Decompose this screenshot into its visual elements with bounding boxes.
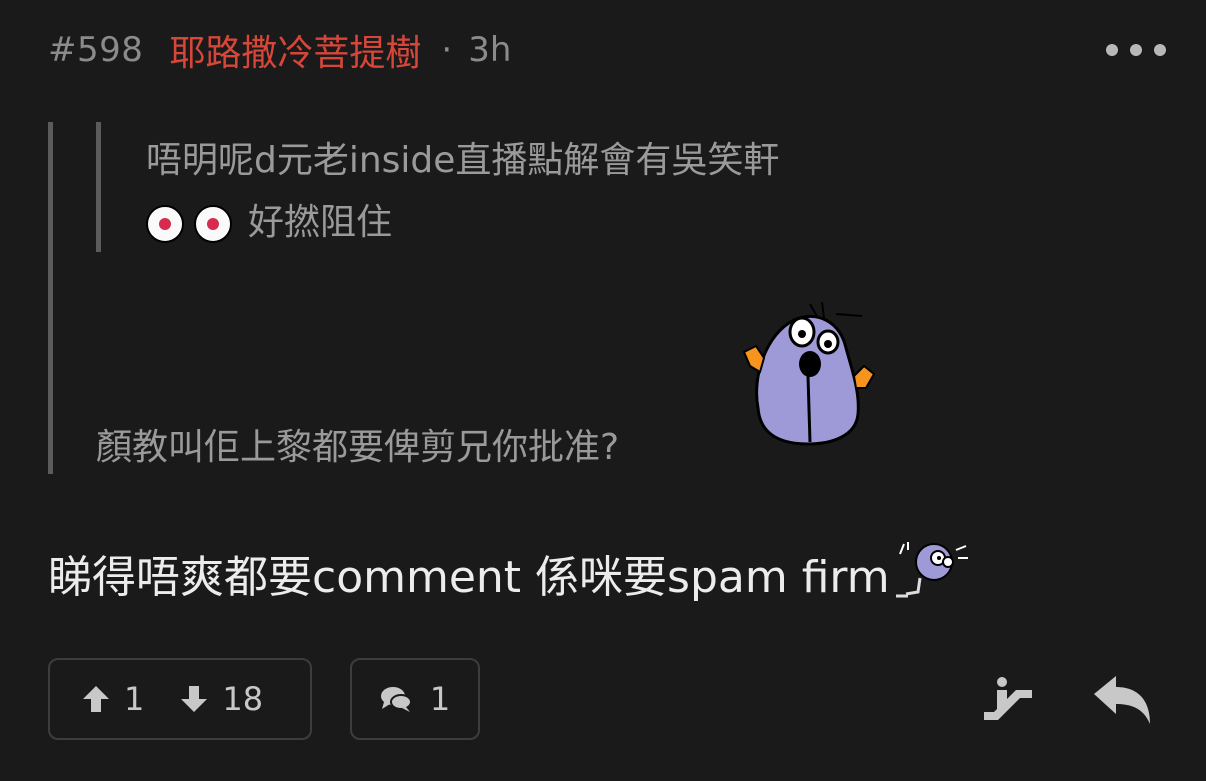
comments-icon bbox=[380, 687, 412, 712]
downvote-button[interactable]: 18 bbox=[180, 680, 263, 718]
downvote-count: 18 bbox=[222, 680, 264, 718]
clown-face-icon bbox=[146, 205, 184, 243]
username[interactable]: 耶路撒冷菩提樹 bbox=[169, 24, 421, 76]
reply-icon[interactable] bbox=[1092, 674, 1152, 726]
post-number[interactable]: #598 bbox=[48, 30, 143, 70]
reply-count: 1 bbox=[429, 680, 451, 718]
small-purple-blob-sticker-icon bbox=[895, 542, 968, 598]
more-options-icon[interactable] bbox=[1106, 32, 1166, 68]
post-time: 3h bbox=[468, 30, 512, 70]
replies-button[interactable]: 1 bbox=[350, 658, 480, 740]
separator: · bbox=[441, 30, 453, 70]
post-header: #598 耶路撒冷菩提樹 · 3h bbox=[48, 26, 1166, 74]
nested-quote-line1: 唔明呢d元老inside直播點解會有吳笑軒 bbox=[146, 140, 780, 181]
upvote-count: 1 bbox=[124, 680, 145, 718]
post-text: 睇得唔爽都要comment 係咪要spam firm bbox=[48, 552, 890, 603]
nested-quote: 唔明呢d元老inside直播點解會有吳笑軒 好撚阻住 bbox=[146, 130, 946, 254]
post-content: 睇得唔爽都要comment 係咪要spam firm bbox=[48, 540, 972, 605]
clown-face-stickers bbox=[146, 205, 242, 243]
clown-face-icon bbox=[194, 205, 232, 243]
purple-blob-sticker-icon bbox=[742, 301, 876, 446]
vote-box: 1 18 bbox=[48, 658, 312, 740]
quote-text: 顏教叫佢上黎都要俾剪兄你批准? bbox=[96, 427, 620, 468]
arrow-down-icon bbox=[181, 686, 208, 712]
quote-bar-outer bbox=[48, 122, 53, 474]
upvote-button[interactable]: 1 bbox=[82, 680, 144, 718]
nested-quote-line2: 好撚阻住 bbox=[146, 192, 946, 254]
nested-quote-line2-text: 好撚阻住 bbox=[248, 202, 393, 243]
arrow-up-icon bbox=[83, 686, 109, 712]
escalator-icon[interactable] bbox=[980, 676, 1034, 724]
quote-bar-inner bbox=[96, 122, 101, 252]
